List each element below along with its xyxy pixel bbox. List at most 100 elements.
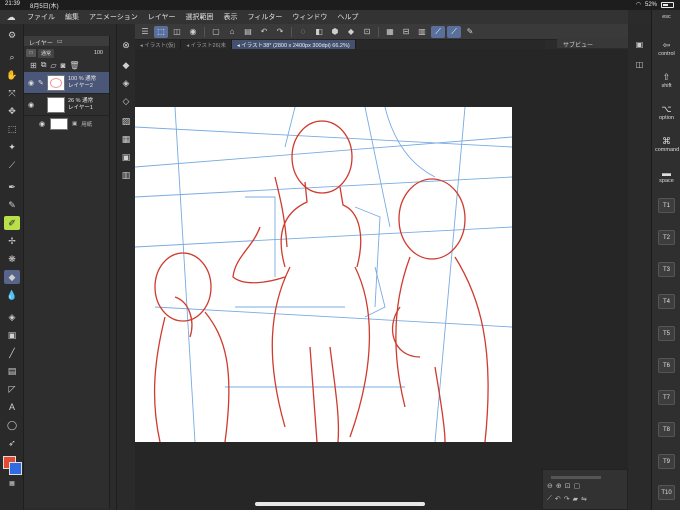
eye-icon[interactable]: ◉ [27, 79, 35, 87]
tab-illust-26[interactable]: ◂ イラスト26(未 [181, 40, 232, 49]
new-layer-icon[interactable]: ⊞ [30, 61, 37, 70]
redo-icon[interactable]: ↷ [273, 26, 287, 38]
transparent-color-icon[interactable]: ▦ [4, 476, 20, 490]
home-indicator[interactable] [255, 502, 425, 506]
t9-key[interactable]: T9 [658, 454, 675, 469]
menu-edit[interactable]: 編集 [60, 12, 84, 22]
grid-icon[interactable]: ▦ [383, 26, 397, 38]
menu-help[interactable]: ヘルプ [332, 12, 363, 22]
fill-tool-icon[interactable]: ◈ [4, 310, 20, 324]
t7-key[interactable]: T7 [658, 390, 675, 405]
new-vector-icon[interactable]: ⧉ [41, 60, 47, 70]
frame-border-icon[interactable]: ▤ [4, 364, 20, 378]
t10-key[interactable]: T10 [658, 485, 675, 500]
close-icon[interactable]: ⊗ [119, 38, 133, 52]
folder-icon[interactable]: ▰ [573, 495, 578, 503]
invert-icon[interactable]: ◧ [312, 26, 326, 38]
layer-property-icon[interactable]: ◫ [632, 58, 647, 71]
delete-layer-icon[interactable]: 🗑 [69, 61, 79, 70]
material-icon[interactable]: ▥ [119, 168, 133, 182]
t4-key[interactable]: T4 [658, 294, 675, 309]
t8-key[interactable]: T8 [658, 422, 675, 437]
tab-illust-kari[interactable]: ◂ イラスト(仮) [135, 40, 182, 49]
t3-key[interactable]: T3 [658, 262, 675, 277]
t1-key[interactable]: T1 [658, 198, 675, 213]
zoom-in-icon[interactable]: ⊕ [556, 482, 562, 490]
command-key[interactable]: ⌘ command [655, 136, 679, 153]
menu-animation[interactable]: アニメーション [84, 12, 143, 22]
open-icon[interactable]: ⌂ [225, 26, 239, 38]
control-key[interactable]: ⇦ control [655, 40, 678, 57]
snap-icon[interactable]: ◫ [170, 26, 184, 38]
eyedropper-icon[interactable]: ⟋ [4, 158, 20, 172]
fill-layer-icon[interactable]: ◇ [119, 94, 133, 108]
select-tool-icon[interactable]: ⬚ [154, 25, 168, 38]
tab-illust-38[interactable]: ◂ イラスト38* (2800 x 2400px 300dpi) 66.2%) [231, 40, 356, 49]
pen-tool-icon[interactable]: ✒ [4, 180, 20, 194]
new-folder-icon[interactable]: ▱ [50, 61, 56, 70]
edit-icon[interactable]: ✎ [463, 26, 477, 38]
new-file-icon[interactable]: ▢ [209, 26, 223, 38]
zoom-tool-icon[interactable]: ⌕ [4, 50, 20, 64]
fill-icon[interactable]: ◆ [344, 26, 358, 38]
pencil-tool-icon[interactable]: ✎ [4, 198, 20, 212]
t6-key[interactable]: T6 [658, 358, 675, 373]
ruler-icon[interactable]: ⊟ [399, 26, 413, 38]
zoom-out-icon[interactable]: ⊖ [547, 482, 553, 490]
menu-layer[interactable]: レイヤー [143, 12, 181, 22]
sub-color-swatch[interactable] [9, 462, 22, 475]
layer-row-1[interactable]: ◉ 26 % 通常 レイヤー1 [24, 94, 109, 116]
actual-size-icon[interactable]: ▢ [574, 482, 581, 490]
subview-toggle-icon[interactable]: ▣ [632, 38, 647, 51]
ruler-tool-icon[interactable]: ◸ [4, 382, 20, 396]
eye-icon[interactable]: ◉ [27, 101, 35, 109]
stabilize-icon[interactable]: ⟋ [447, 25, 461, 38]
figure-tool-icon[interactable]: ╱ [4, 346, 20, 360]
hand-tool-icon[interactable]: ✋ [4, 68, 20, 82]
shift-key[interactable]: ⇧ shift [655, 72, 678, 89]
blend-tool-icon[interactable]: 💧 [4, 288, 20, 302]
canvas-area[interactable] [135, 49, 628, 510]
layer-settings-icon[interactable]: ▨ [119, 114, 133, 128]
balloon-tool-icon[interactable]: ◯ [4, 418, 20, 432]
layer-tab-icon[interactable]: ▭ [57, 38, 63, 45]
undo-icon[interactable]: ↶ [257, 26, 271, 38]
eyedropper-small-icon[interactable]: ⟋ [547, 495, 552, 503]
blend-mode-select[interactable]: 通常 [38, 48, 55, 58]
mask-icon[interactable]: ◙ [61, 61, 66, 70]
clear-icon[interactable]: ⬢ [328, 26, 342, 38]
operation-tool-icon[interactable]: ⤧ [4, 86, 20, 100]
menu-filter[interactable]: フィルター [243, 12, 288, 22]
pen-pressure-icon[interactable]: ⟋ [431, 25, 445, 38]
brush-tool-icon[interactable]: ✐ [4, 216, 20, 230]
rotate-right-icon[interactable]: ↷ [564, 495, 570, 503]
airbrush-icon[interactable]: ✢ [4, 234, 20, 248]
t5-key[interactable]: T5 [658, 326, 675, 341]
menu-icon[interactable]: ☰ [138, 26, 152, 38]
drawing-canvas[interactable] [135, 107, 512, 442]
fit-icon[interactable]: ⊡ [565, 482, 571, 490]
save-icon[interactable]: ▤ [241, 26, 255, 38]
space-key[interactable]: ▬ space [655, 168, 678, 184]
t2-key[interactable]: T2 [658, 230, 675, 245]
gradient-tool-icon[interactable]: ▣ [4, 328, 20, 342]
menu-selection[interactable]: 選択範囲 [181, 12, 219, 22]
ruler-settings-icon[interactable]: ▦ [119, 132, 133, 146]
correct-line-icon[interactable]: ➶ [4, 436, 20, 450]
frame-icon[interactable]: ▣ [119, 150, 133, 164]
paper-layer-row[interactable]: ◉ ▣ 用紙 [24, 116, 109, 132]
menu-view[interactable]: 表示 [219, 12, 243, 22]
transform-icon[interactable]: ⊡ [360, 26, 374, 38]
deselect-icon[interactable]: ◌ [296, 26, 310, 38]
move-layer-icon[interactable]: ✥ [4, 104, 20, 118]
option-key[interactable]: ⌥ option [655, 104, 678, 121]
opacity-value[interactable]: 100 [94, 50, 107, 56]
app-logo-icon[interactable]: ☁ [0, 12, 22, 23]
zoom-slider[interactable] [551, 476, 601, 479]
magic-wand-icon[interactable]: ✦ [4, 140, 20, 154]
palette-menu-icon[interactable]: ⚙ [4, 28, 20, 42]
settings-icon[interactable]: ◉ [186, 26, 200, 38]
snap-special-icon[interactable]: ▥ [415, 26, 429, 38]
menu-window[interactable]: ウィンドウ [287, 12, 332, 22]
layer-mask-icon[interactable]: □ [26, 49, 36, 57]
